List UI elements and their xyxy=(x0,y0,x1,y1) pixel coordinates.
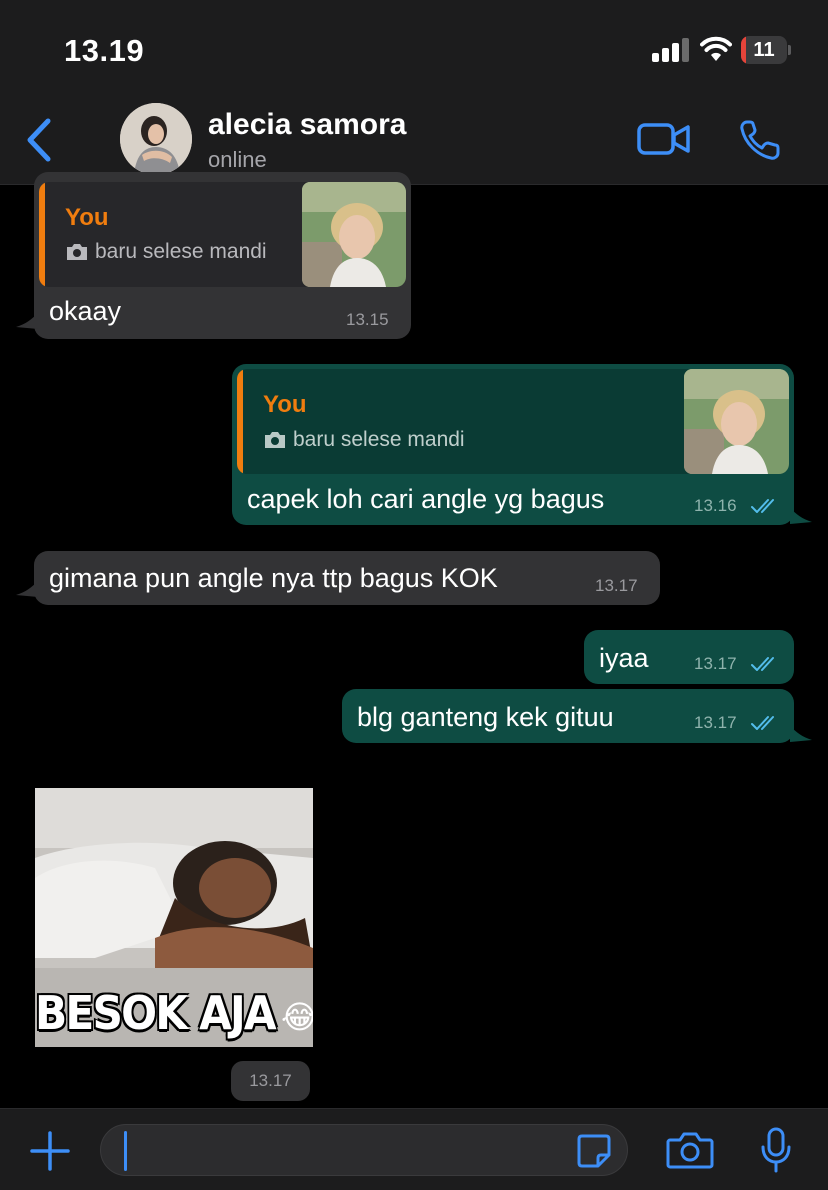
reply-author: You xyxy=(65,204,109,231)
message-time: 13.17 xyxy=(595,576,638,595)
sticker-icon[interactable] xyxy=(576,1133,612,1169)
microphone-icon[interactable] xyxy=(760,1127,792,1173)
bubble-tail xyxy=(790,726,812,742)
outgoing-message[interactable]: blg ganteng kek gituu 13.17 xyxy=(342,689,794,743)
incoming-message[interactable]: gimana pun angle nya ttp bagus KOK 13.17 xyxy=(34,551,660,605)
incoming-message[interactable]: You baru selese mandi okaay 13.15 xyxy=(34,172,411,339)
battery-icon: 11 xyxy=(741,36,791,64)
bubble-tail xyxy=(790,508,812,524)
message-text: capek loh cari angle yg bagus xyxy=(247,484,605,514)
attach-plus-icon[interactable] xyxy=(30,1131,70,1171)
contact-name[interactable]: alecia samora xyxy=(208,108,406,142)
message-time: 13.15 xyxy=(346,310,389,329)
message-text: iyaa xyxy=(599,643,649,673)
status-time: 13.19 xyxy=(64,33,145,68)
video-call-icon[interactable] xyxy=(636,118,692,160)
camera-icon[interactable] xyxy=(666,1130,714,1170)
bubble-tail xyxy=(16,313,38,329)
outgoing-message[interactable]: You baru selese mandi capek loh cari ang… xyxy=(232,364,794,525)
message-time: 13.17 xyxy=(231,1061,310,1101)
reply-photo-thumbnail xyxy=(684,369,789,474)
contact-avatar[interactable] xyxy=(120,103,192,175)
camera-icon xyxy=(265,432,285,448)
laughing-emoji-icon: 😂 xyxy=(281,999,313,1035)
message-input[interactable] xyxy=(100,1124,628,1176)
reply-caption: baru selese mandi xyxy=(95,240,267,263)
battery-percent: 11 xyxy=(753,39,775,61)
cellular-signal-icon xyxy=(652,38,690,62)
reply-caption: baru selese mandi xyxy=(293,428,465,451)
message-time: 13.16 xyxy=(694,496,737,515)
outgoing-message[interactable]: iyaa 13.17 xyxy=(584,630,794,684)
read-ticks-icon xyxy=(751,716,774,730)
message-time: 13.17 xyxy=(694,654,737,673)
reply-author: You xyxy=(263,391,307,418)
reply-quote[interactable]: You baru selese mandi xyxy=(237,369,789,474)
top-bar: 13.19 11 alecia samora online xyxy=(0,0,828,185)
message-text: blg ganteng kek gituu xyxy=(357,702,614,732)
back-chevron-icon[interactable] xyxy=(22,116,56,164)
message-text: gimana pun angle nya ttp bagus KOK xyxy=(49,563,498,593)
read-ticks-icon xyxy=(751,499,774,513)
bubble-tail xyxy=(16,581,38,597)
phone-call-icon[interactable] xyxy=(738,118,782,162)
reply-quote[interactable]: You baru selese mandi xyxy=(39,182,406,287)
text-caret xyxy=(124,1131,127,1171)
contact-status: online xyxy=(208,147,267,172)
reply-photo-thumbnail xyxy=(302,182,406,287)
read-ticks-icon xyxy=(751,657,774,671)
sticker-message[interactable]: BESOK AJA 😂 xyxy=(35,788,313,1047)
camera-icon xyxy=(67,244,87,260)
wifi-icon xyxy=(700,36,732,61)
message-time: 13.17 xyxy=(694,713,737,732)
sticker-caption: BESOK AJA xyxy=(35,986,277,1040)
message-text: okaay xyxy=(49,296,122,326)
